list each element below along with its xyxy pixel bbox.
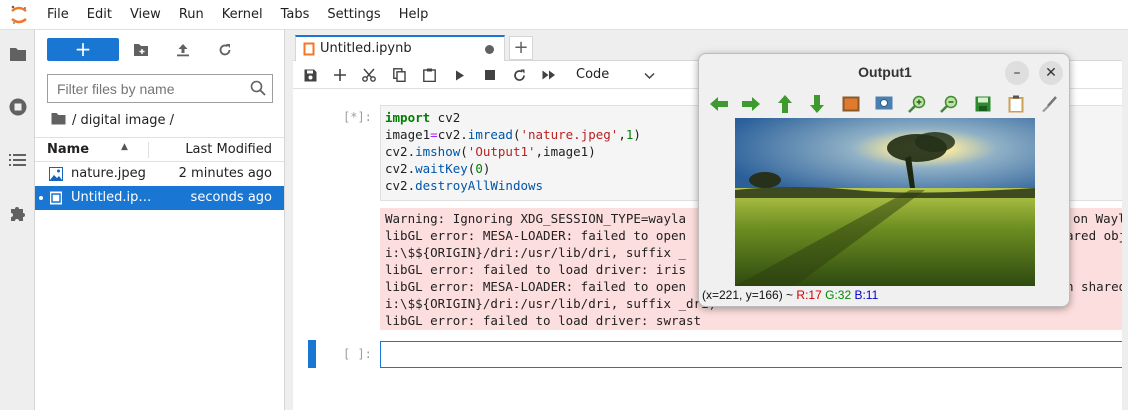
filter-files-input[interactable]	[57, 81, 237, 97]
pan-down-icon[interactable]	[807, 94, 827, 114]
pan-up-icon[interactable]	[775, 94, 795, 114]
menu-help[interactable]: Help	[390, 0, 438, 30]
breadcrumb-path[interactable]: / digital image /	[72, 113, 174, 128]
zoom-in-icon[interactable]	[907, 94, 927, 114]
pan-left-icon[interactable]	[709, 94, 729, 114]
menu-edit[interactable]: Edit	[78, 0, 121, 30]
jupyter-logo-icon	[0, 0, 38, 30]
output-line: i:\$${ORIGIN}/dri:/usr/lib/dri, suffix _	[385, 245, 687, 260]
menu-view[interactable]: View	[121, 0, 170, 30]
cell2-code-editor[interactable]	[380, 341, 1128, 368]
output-line: libGL error: failed to load driver: swra…	[385, 313, 702, 328]
tab-untitled-ipynb[interactable]: Untitled.ipynb	[295, 35, 505, 62]
active-cell-marker	[308, 340, 316, 368]
properties-icon[interactable]	[1039, 94, 1059, 114]
output-line: libGL error: failed to load driver: iris	[385, 262, 687, 277]
run-icon[interactable]	[449, 65, 471, 85]
copy-icon[interactable]	[1006, 94, 1026, 114]
home-folder-icon[interactable]	[51, 112, 66, 129]
menu-run[interactable]: Run	[170, 0, 213, 30]
notebook-tab-icon	[303, 42, 315, 60]
opencv-window[interactable]: Output1 – ✕ (x=221, y=166) ~ R:17 G:32 B…	[698, 53, 1070, 307]
menu-settings[interactable]: Settings	[318, 0, 389, 30]
cell1-prompt: [*]:	[343, 110, 372, 124]
breadcrumb: / digital image /	[51, 111, 174, 129]
menu-tabs[interactable]: Tabs	[272, 0, 319, 30]
unsaved-dot-icon[interactable]	[485, 45, 494, 54]
close-button[interactable]: ✕	[1039, 61, 1063, 85]
folder-icon[interactable]	[6, 42, 30, 66]
sort-ascending-icon: ▲	[121, 142, 128, 152]
menu-bar: File Edit View Run Kernel Tabs Settings …	[0, 0, 1128, 30]
paste-icon[interactable]	[418, 65, 440, 85]
file-row-untitled-ipynb[interactable]: Untitled.ip… seconds ago	[35, 186, 284, 210]
filter-files-field[interactable]	[47, 74, 273, 103]
zoom-image-icon[interactable]	[841, 94, 861, 114]
new-tab-button[interactable]: +	[509, 36, 533, 60]
minimize-button[interactable]: –	[1005, 61, 1029, 85]
search-icon	[250, 80, 266, 100]
pixel-blue-value: B:11	[854, 288, 879, 302]
pixel-status-bar: (x=221, y=166) ~ R:17 G:32 B:11	[702, 288, 878, 302]
scrollbar[interactable]	[1122, 60, 1128, 410]
output-line: libGL error: MESA-LOADER: failed to open	[385, 279, 687, 294]
tab-title: Untitled.ipynb	[320, 41, 412, 56]
pan-right-icon[interactable]	[741, 94, 761, 114]
running-indicator-icon	[39, 196, 43, 200]
output-line-right: n shared	[1066, 279, 1127, 294]
insert-cell-icon[interactable]	[329, 65, 351, 85]
restart-run-all-icon[interactable]	[538, 65, 560, 85]
table-of-contents-icon[interactable]	[6, 148, 30, 172]
restart-icon[interactable]	[508, 65, 530, 85]
file-modified: 2 minutes ago	[178, 166, 272, 181]
menu-kernel[interactable]: Kernel	[213, 0, 272, 30]
pixel-red-value: R:17	[796, 288, 822, 302]
save-icon[interactable]	[299, 65, 321, 85]
listing-header: Name ▲ Last Modified	[35, 137, 284, 162]
displayed-image[interactable]	[735, 118, 1035, 286]
column-modified-header[interactable]: Last Modified	[185, 142, 272, 157]
code-line: cv2.imshow('Output1',image1)	[385, 144, 596, 159]
zoom-fit-icon[interactable]	[874, 94, 894, 114]
file-name: nature.jpeg	[71, 166, 146, 181]
running-kernels-icon[interactable]	[6, 95, 30, 119]
cell2-prompt: [ ]:	[343, 347, 372, 361]
new-folder-icon[interactable]	[130, 39, 152, 61]
column-divider	[148, 142, 149, 158]
file-row-nature-jpeg[interactable]: nature.jpeg 2 minutes ago	[35, 162, 284, 186]
menu-file[interactable]: File	[38, 0, 78, 30]
pixel-coordinates: (x=221, y=166) ~	[702, 288, 797, 302]
output-line-right: ared obj	[1066, 228, 1127, 243]
notebook-file-icon	[49, 191, 63, 205]
code-line: image1=cv2.imread('nature.jpeg',1)	[385, 127, 641, 142]
output-line: Warning: Ignoring XDG_SESSION_TYPE=wayla	[385, 211, 687, 226]
output-line: libGL error: MESA-LOADER: failed to open	[385, 228, 687, 243]
extension-puzzle-icon[interactable]	[6, 201, 30, 225]
column-name-header[interactable]: Name	[47, 142, 89, 157]
cell-type-select[interactable]: Code	[569, 65, 659, 85]
file-name: Untitled.ip…	[71, 190, 151, 205]
panel-splitter[interactable]	[285, 30, 293, 410]
file-modified: seconds ago	[190, 190, 272, 205]
upload-icon[interactable]	[172, 39, 194, 61]
output-line-right: on Wayl	[1073, 211, 1126, 226]
image-file-icon	[49, 167, 63, 181]
output-line: i:\$${ORIGIN}/dri:/usr/lib/dri, suffix _…	[385, 296, 717, 311]
new-launcher-button[interactable]: +	[47, 38, 119, 61]
code-line: cv2.waitKey(0)	[385, 161, 491, 176]
cut-icon[interactable]	[358, 65, 380, 85]
activity-bar	[0, 30, 35, 410]
interrupt-icon[interactable]	[479, 65, 501, 85]
cell-type-value: Code	[576, 67, 610, 82]
pixel-green-value: G:32	[825, 288, 852, 302]
chevron-down-icon	[644, 69, 655, 84]
save-icon[interactable]	[973, 94, 993, 114]
code-line: import cv2	[385, 110, 461, 125]
zoom-out-icon[interactable]	[939, 94, 959, 114]
copy-icon[interactable]	[388, 65, 410, 85]
refresh-icon[interactable]	[214, 39, 236, 61]
file-browser: + / digital image / Name ▲ Last Modified…	[35, 30, 285, 410]
code-line: cv2.destroyAllWindows	[385, 178, 544, 193]
